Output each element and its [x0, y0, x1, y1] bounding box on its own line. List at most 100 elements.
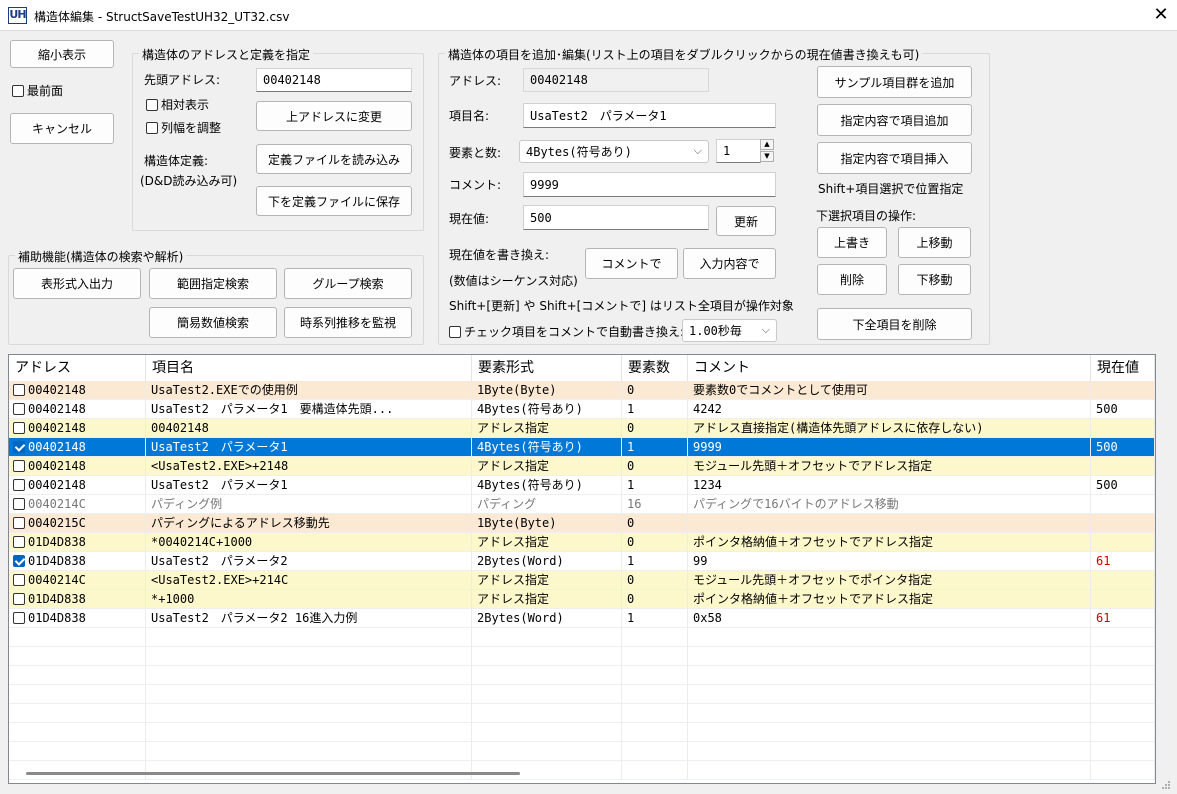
row-checkbox-icon[interactable]: [13, 498, 25, 510]
empty-row[interactable]: [9, 628, 1155, 647]
cell-value: [1091, 457, 1155, 476]
table-row[interactable]: 01D4D838 *+1000 アドレス指定 0 ポインタ格納値＋オフセットでアドレス指…: [9, 590, 1155, 609]
relative-checkbox[interactable]: 相対表示: [146, 96, 209, 113]
row-checkbox-icon[interactable]: [13, 403, 25, 415]
update-button[interactable]: 更新: [716, 206, 776, 236]
spin-up-icon[interactable]: ▲: [760, 139, 774, 150]
add-sample-button[interactable]: サンプル項目群を追加: [817, 66, 972, 98]
cell-count: 0: [622, 514, 688, 533]
empty-row[interactable]: [9, 685, 1155, 704]
horizontal-scrollbar[interactable]: [26, 772, 520, 775]
row-checkbox-icon[interactable]: [13, 384, 25, 396]
save-definition-button[interactable]: 下を定義ファイルに保存: [256, 186, 412, 216]
cell-address: 0040214C: [9, 571, 146, 590]
row-checkbox-icon[interactable]: [13, 422, 25, 434]
empty-row[interactable]: [9, 742, 1155, 761]
table-row[interactable]: 01D4D838 UsaTest2 パラメータ2 16進入力例 2Bytes(Wor…: [9, 609, 1155, 628]
empty-cell: [622, 647, 688, 666]
current-value-input[interactable]: 500: [523, 205, 709, 230]
start-address-input[interactable]: 00402148: [256, 68, 412, 92]
row-checkbox-icon[interactable]: [13, 612, 25, 624]
resize-grip-icon[interactable]: [1161, 780, 1171, 790]
range-search-button[interactable]: 範囲指定検索: [149, 268, 277, 299]
empty-row[interactable]: [9, 704, 1155, 723]
table-row[interactable]: 00402148 UsaTest2 パラメータ1 4Bytes(符号あり) 1 9999…: [9, 438, 1155, 457]
col-header-address[interactable]: アドレス: [9, 355, 146, 381]
table-row[interactable]: 00402148 00402148 アドレス指定 0 アドレス直接指定(構造体先頭アドレ…: [9, 419, 1155, 438]
empty-cell: [688, 704, 1091, 723]
row-checkbox-icon[interactable]: [13, 479, 25, 491]
cell-type: 4Bytes(符号あり): [472, 476, 622, 495]
empty-cell: [9, 723, 146, 742]
rewrite-by-comment-button[interactable]: コメントで: [585, 248, 678, 279]
empty-cell: [472, 628, 622, 647]
row-checkbox-icon[interactable]: [13, 536, 25, 548]
row-checkbox-icon[interactable]: [13, 574, 25, 586]
cell-address: 00402148: [9, 476, 146, 495]
item-name-input[interactable]: UsaTest2 パラメータ1: [523, 103, 776, 128]
comment-input[interactable]: 9999: [523, 172, 776, 197]
upper-address-button[interactable]: 上アドレスに変更: [256, 101, 412, 131]
empty-row[interactable]: [9, 761, 1155, 780]
load-definition-button[interactable]: 定義ファイルを読み込み: [256, 144, 412, 174]
cell-name: *0040214C+1000: [146, 533, 472, 552]
table-row[interactable]: 0040214C <UsaTest2.EXE>+214C アドレス指定 0 モジュール先…: [9, 571, 1155, 590]
delete-button[interactable]: 削除: [817, 264, 887, 295]
col-header-comment[interactable]: コメント: [688, 355, 1091, 381]
insert-item-button[interactable]: 指定内容で項目挿入: [817, 142, 972, 174]
interval-select[interactable]: 1.00秒毎 ⌵: [682, 319, 777, 342]
cell-value: [1091, 533, 1155, 552]
col-header-name[interactable]: 項目名: [146, 355, 472, 381]
move-down-button[interactable]: 下移動: [898, 264, 971, 295]
table-row[interactable]: 00402148 UsaTest2 パラメータ1 4Bytes(符号あり) 1 1234…: [9, 476, 1155, 495]
row-checkbox-icon[interactable]: [13, 555, 25, 567]
table-row[interactable]: 01D4D838 UsaTest2 パラメータ2 2Bytes(Word) 1 99 61: [9, 552, 1155, 571]
empty-row[interactable]: [9, 723, 1155, 742]
auto-rewrite-checkbox[interactable]: チェック項目をコメントで自動書き換え:: [449, 323, 684, 340]
table-row[interactable]: 0040215C パディングによるアドレス移動先 1Byte(Byte) 0: [9, 514, 1155, 533]
cell-address-text: 01D4D838: [28, 535, 86, 549]
table-row[interactable]: 0040214C パディング例 パディング 16 パディングで16バイトのアドレス移動: [9, 495, 1155, 514]
move-up-button[interactable]: 上移動: [898, 227, 971, 258]
cell-type: 1Byte(Byte): [472, 381, 622, 400]
cell-value: [1091, 495, 1155, 514]
shrink-button[interactable]: 縮小表示: [10, 40, 114, 68]
col-header-value[interactable]: 現在値: [1091, 355, 1155, 381]
colwidth-checkbox[interactable]: 列幅を調整: [146, 119, 221, 136]
row-checkbox-icon[interactable]: [13, 593, 25, 605]
empty-cell: [146, 742, 472, 761]
group-search-button[interactable]: グループ検索: [284, 268, 412, 299]
table-row[interactable]: 01D4D838 *0040214C+1000 アドレス指定 0 ポインタ格納値＋オフセ…: [9, 533, 1155, 552]
empty-row[interactable]: [9, 666, 1155, 685]
col-header-count[interactable]: 要素数: [622, 355, 688, 381]
spin-down-icon[interactable]: ▼: [760, 151, 774, 162]
add-item-button[interactable]: 指定内容で項目追加: [817, 104, 972, 136]
rewrite-by-input-button[interactable]: 入力内容で: [683, 248, 776, 279]
close-icon[interactable]: ✕: [1150, 4, 1172, 26]
current-value-label: 現在値:: [449, 212, 490, 226]
chevron-down-icon: ⌵: [761, 323, 770, 336]
item-list-table[interactable]: アドレス 項目名 要素形式 要素数 コメント 現在値 00402148 UsaTe…: [8, 354, 1156, 784]
definition-label: 構造体定義:: [144, 154, 209, 168]
start-address-label: 先頭アドレス:: [144, 73, 221, 87]
table-io-button[interactable]: 表形式入出力: [13, 268, 141, 299]
row-checkbox-icon[interactable]: [13, 460, 25, 472]
topmost-checkbox[interactable]: 最前面: [12, 82, 63, 99]
simple-search-button[interactable]: 簡易数値検索: [149, 307, 277, 338]
cell-name: パディング例: [146, 495, 472, 514]
row-checkbox-icon[interactable]: [13, 441, 25, 453]
cancel-button[interactable]: キャンセル: [10, 113, 114, 144]
element-count-input[interactable]: 1: [716, 139, 761, 163]
monitor-button[interactable]: 時系列推移を監視: [284, 307, 412, 338]
table-row[interactable]: 00402148 UsaTest2.EXEでの使用例 1Byte(Byte) 0 要素数…: [9, 381, 1155, 400]
overwrite-button[interactable]: 上書き: [817, 227, 887, 258]
element-type-select[interactable]: 4Bytes(符号あり) ⌵: [519, 140, 709, 163]
row-checkbox-icon[interactable]: [13, 517, 25, 529]
delete-all-button[interactable]: 下全項目を削除: [817, 308, 972, 340]
table-row[interactable]: 00402148 UsaTest2 パラメータ1 要構造体先頭... 4Bytes(…: [9, 400, 1155, 419]
col-header-type[interactable]: 要素形式: [472, 355, 622, 381]
cell-count: 16: [622, 495, 688, 514]
cell-type: 4Bytes(符号あり): [472, 438, 622, 457]
empty-row[interactable]: [9, 647, 1155, 666]
table-row[interactable]: 00402148 <UsaTest2.EXE>+2148 アドレス指定 0 モジュール先…: [9, 457, 1155, 476]
